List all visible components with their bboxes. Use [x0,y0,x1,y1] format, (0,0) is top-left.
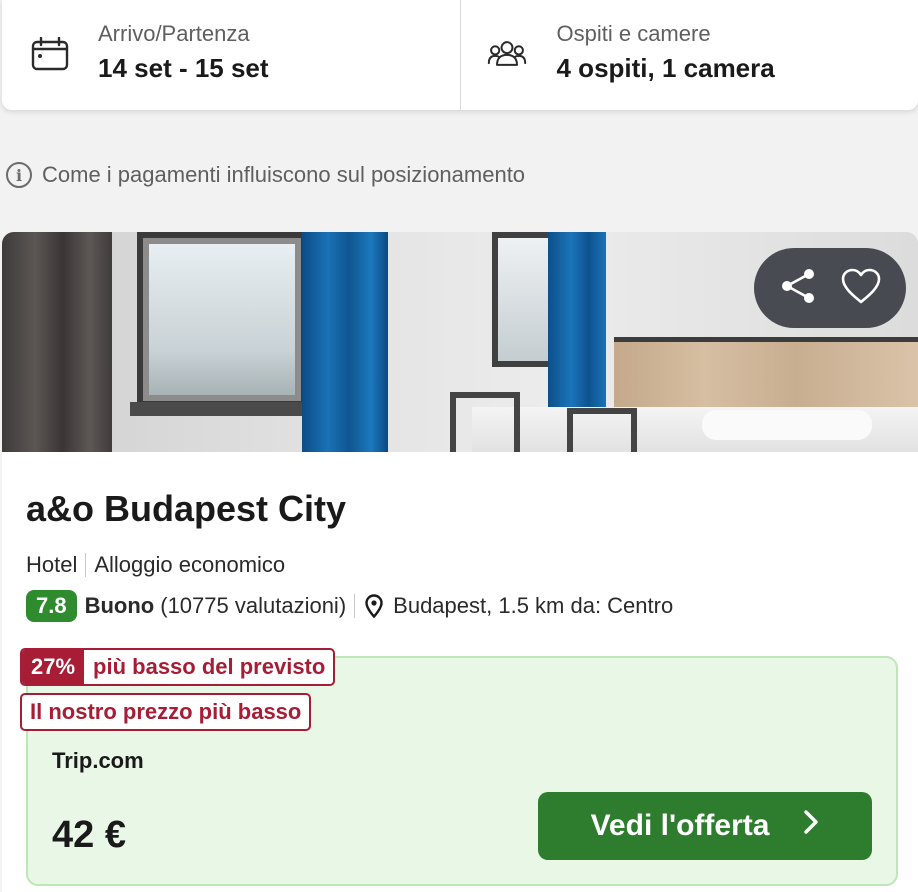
payment-ranking-info-text: Come i pagamenti influiscono sul posizio… [42,162,526,187]
hotel-type: Hotel [26,552,78,577]
below-expected-badge: 27% più basso del previsto [20,648,336,686]
hotel-category: Alloggio economico [94,552,286,577]
hotel-name[interactable]: a&o Budapest City [26,488,346,530]
dates-field[interactable]: Arrivo/Partenza 14 set - 15 set [2,0,461,110]
discount-text: più basso del previsto [93,654,326,679]
hotel-card[interactable]: a&o Budapest City Hotel Alloggio economi… [2,232,918,892]
lowest-price-text: Il nostro prezzo più basso [30,699,302,724]
search-summary-bar: Arrivo/Partenza 14 set - 15 set Ospiti e… [2,0,918,110]
discount-percent: 27% [22,650,85,684]
divider [354,594,356,618]
photo-actions [754,248,906,328]
share-button[interactable] [775,264,823,312]
guests-value: 4 ospiti, 1 camera [556,53,775,83]
lowest-price-badge: Il nostro prezzo più basso [20,693,312,731]
rating-word: Buono [84,593,155,618]
guests-icon [487,36,527,72]
view-offer-label: Vedi l'offerta [590,809,770,842]
divider [85,553,87,577]
offer-provider: Trip.com [52,748,144,773]
favorite-button[interactable] [837,264,885,312]
info-icon: i [6,162,32,188]
hotel-location: Budapest, 1.5 km da: Centro [393,593,674,618]
dates-value: 14 set - 15 set [98,53,269,83]
dates-label: Arrivo/Partenza [98,21,250,46]
chevron-right-icon [803,809,819,843]
share-icon [779,266,819,311]
guests-field[interactable]: Ospiti e camere 4 ospiti, 1 camera [461,0,918,110]
hotel-type-row: Hotel Alloggio economico [26,552,285,578]
rating-badge: 7.8 [26,590,77,622]
guests-label: Ospiti e camere [556,21,711,46]
heart-icon [840,267,882,310]
payment-ranking-info-link[interactable]: i Come i pagamenti influiscono sul posiz… [6,162,525,188]
review-count: (10775 valutazioni) [160,593,347,618]
rating-row: 7.8 Buono (10775 valutazioni) Budapest, … [26,590,673,622]
location-pin-icon [365,594,383,618]
calendar-icon [30,36,70,72]
offer-price: 42 € [52,814,126,856]
view-offer-button[interactable]: Vedi l'offerta [538,792,872,860]
